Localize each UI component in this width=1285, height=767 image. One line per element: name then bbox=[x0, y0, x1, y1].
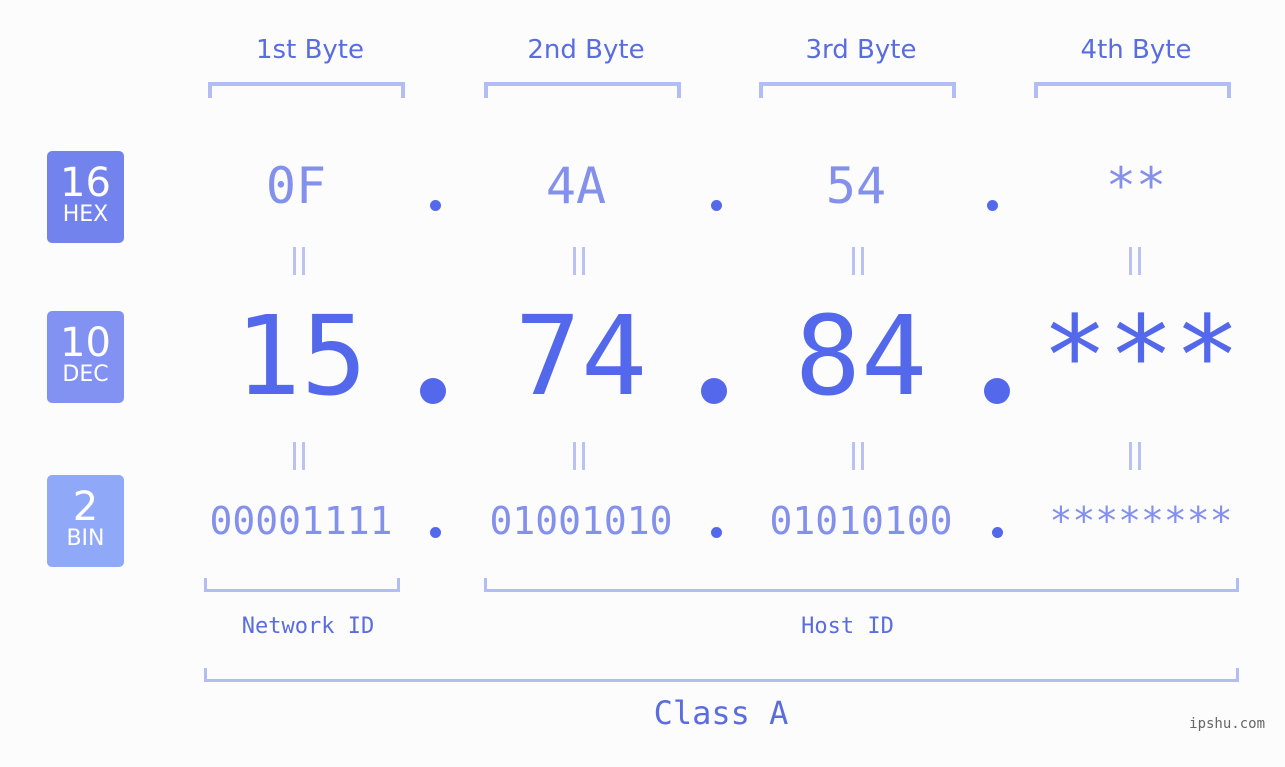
equals-marker bbox=[573, 442, 585, 470]
bin-byte-1: 00001111 bbox=[209, 499, 393, 543]
bin-separator-dot bbox=[992, 527, 1003, 538]
dec-separator-dot bbox=[701, 378, 727, 404]
bin-separator-dot bbox=[711, 527, 722, 538]
watermark: ipshu.com bbox=[1189, 716, 1265, 732]
network-id-bracket bbox=[204, 578, 400, 592]
class-label: Class A bbox=[653, 694, 789, 732]
dec-separator-dot bbox=[984, 378, 1010, 404]
byte-bracket-4 bbox=[1034, 82, 1231, 98]
hex-separator-dot bbox=[430, 200, 441, 211]
host-id-bracket bbox=[484, 578, 1239, 592]
equals-marker bbox=[1129, 442, 1141, 470]
bin-base-number: 2 bbox=[72, 484, 99, 530]
equals-marker bbox=[1129, 247, 1141, 275]
hex-base-label: HEX bbox=[62, 202, 109, 227]
byte-header-3: 3rd Byte bbox=[805, 35, 917, 65]
bin-separator-dot bbox=[430, 527, 441, 538]
class-bracket bbox=[204, 668, 1239, 682]
host-id-label: Host ID bbox=[801, 614, 894, 639]
bin-base-label: BIN bbox=[66, 526, 105, 551]
equals-marker bbox=[852, 247, 864, 275]
bin-base-badge: 2 BIN bbox=[47, 475, 124, 567]
bin-byte-4: ******** bbox=[1049, 499, 1233, 543]
bin-byte-2: 01001010 bbox=[489, 499, 673, 543]
dec-base-label: DEC bbox=[62, 362, 109, 387]
hex-byte-1: 0F bbox=[265, 157, 327, 215]
network-id-label: Network ID bbox=[241, 614, 375, 639]
dec-base-badge: 10 DEC bbox=[47, 311, 124, 403]
dec-byte-1: 15 bbox=[234, 292, 368, 420]
hex-separator-dot bbox=[987, 200, 998, 211]
dec-byte-4: *** bbox=[1041, 292, 1241, 420]
equals-marker bbox=[573, 247, 585, 275]
byte-bracket-3 bbox=[759, 82, 956, 98]
byte-header-1: 1st Byte bbox=[256, 35, 364, 65]
byte-header-4: 4th Byte bbox=[1080, 35, 1192, 65]
hex-base-badge: 16 HEX bbox=[47, 151, 124, 243]
hex-byte-4: ** bbox=[1105, 157, 1167, 215]
hex-byte-2: 4A bbox=[545, 157, 607, 215]
byte-bracket-2 bbox=[484, 82, 681, 98]
bin-byte-3: 01010100 bbox=[769, 499, 953, 543]
hex-separator-dot bbox=[711, 200, 722, 211]
byte-bracket-1 bbox=[208, 82, 405, 98]
dec-byte-2: 74 bbox=[514, 292, 648, 420]
hex-byte-3: 54 bbox=[825, 157, 887, 215]
equals-marker bbox=[293, 442, 305, 470]
byte-header-2: 2nd Byte bbox=[527, 35, 645, 65]
equals-marker bbox=[852, 442, 864, 470]
dec-base-number: 10 bbox=[60, 320, 111, 366]
hex-base-number: 16 bbox=[60, 160, 111, 206]
equals-marker bbox=[293, 247, 305, 275]
dec-separator-dot bbox=[420, 378, 446, 404]
dec-byte-3: 84 bbox=[794, 292, 928, 420]
